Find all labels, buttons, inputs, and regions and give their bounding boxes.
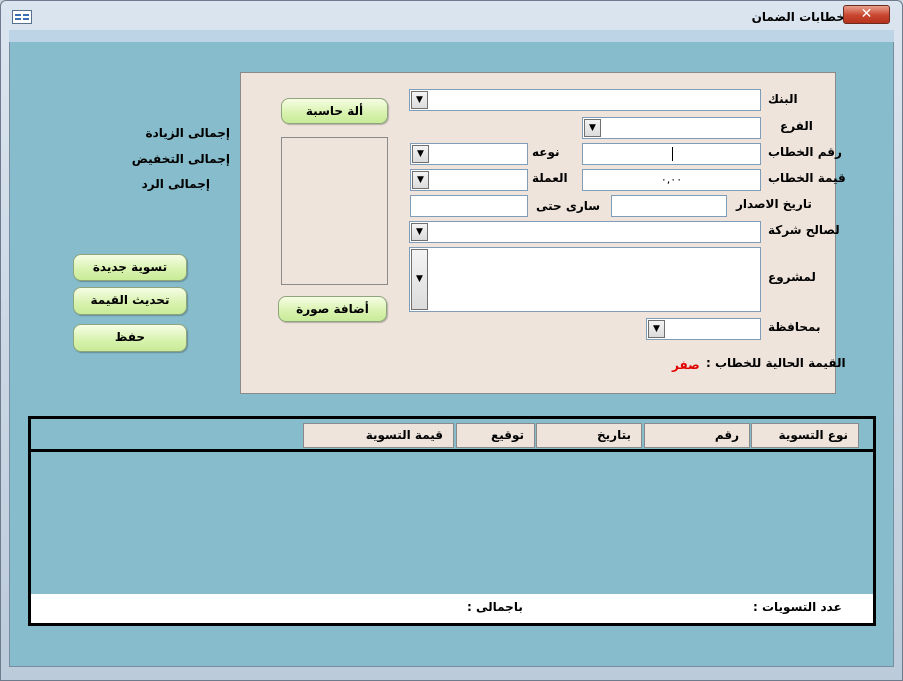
grid-rows-area[interactable] (31, 455, 873, 594)
letter-number-input[interactable] (582, 143, 761, 165)
bank-label: البنك (768, 92, 798, 106)
valid-until-label: سارى حتى (536, 199, 601, 213)
image-box (281, 137, 388, 285)
column-header-number[interactable]: رقم (644, 423, 750, 448)
branch-dropdown-icon[interactable]: ▼ (584, 119, 601, 137)
beneficiary-label: لصالح شركة (768, 223, 840, 237)
column-header-date[interactable]: بتاريخ (536, 423, 642, 448)
letter-value-label: قيمة الخطاب (768, 171, 846, 185)
project-select[interactable] (409, 247, 761, 312)
branch-label: الفرع (780, 119, 813, 133)
grid-total-label: باجمالى : (467, 600, 523, 614)
new-settlement-button[interactable]: تسوية جديدة (73, 254, 187, 281)
column-header-signature[interactable]: توقيع (456, 423, 535, 448)
grid-header-row: نوع التسوية رقم بتاريخ توقيع قيمة التسوي… (31, 419, 873, 452)
current-value-label: القيمة الحالية للخطاب : (706, 356, 846, 370)
branch-select[interactable] (582, 117, 761, 139)
project-label: لمشروع (768, 270, 816, 284)
total-increase-label: إجمالى الزيادة (145, 126, 230, 140)
issue-date-label: تاريخ الاصدار (736, 197, 812, 211)
form-icon (12, 10, 32, 24)
close-button[interactable]: ✕ (843, 5, 890, 24)
currency-label: العملة (532, 171, 568, 185)
letter-value-input[interactable]: ٠,٠٠ (582, 169, 761, 191)
calculator-button[interactable]: ألة حاسبة (281, 98, 388, 124)
governorate-label: بمحافظة (768, 320, 821, 334)
total-decrease-label: إجمالى التخفيض (131, 152, 230, 166)
column-header-settlement-type[interactable]: نوع التسوية (751, 423, 859, 448)
column-header-settlement-value[interactable]: قيمة التسوية (303, 423, 454, 448)
valid-until-input[interactable] (410, 195, 528, 217)
update-value-button[interactable]: تحديث القيمة (73, 287, 187, 315)
bank-select[interactable] (409, 89, 761, 111)
grid-footer: عدد التسويات : باجمالى : (31, 594, 873, 623)
beneficiary-select[interactable] (409, 221, 761, 243)
settlements-grid: نوع التسوية رقم بتاريخ توقيع قيمة التسوي… (28, 416, 876, 626)
bank-dropdown-icon[interactable]: ▼ (411, 91, 428, 109)
issue-date-input[interactable] (611, 195, 727, 217)
current-value: صفر (672, 358, 700, 372)
governorate-dropdown-icon[interactable]: ▼ (648, 320, 665, 338)
type-label: نوعه (532, 145, 560, 159)
save-button[interactable]: حفظ (73, 324, 187, 352)
total-refund-label: إجمالى الرد (141, 177, 210, 191)
add-image-button[interactable]: أضافة صورة (278, 296, 387, 322)
type-dropdown-icon[interactable]: ▼ (412, 145, 429, 163)
window-title: خطابات الضمان (751, 10, 845, 24)
currency-dropdown-icon[interactable]: ▼ (412, 171, 429, 189)
text-cursor (672, 147, 673, 161)
letter-number-label: رقم الخطاب (768, 145, 842, 159)
form-header-strip (9, 30, 894, 42)
title-bar[interactable]: خطابات الضمان ✕ (0, 0, 903, 30)
settlement-count-label: عدد التسويات : (753, 600, 842, 614)
beneficiary-dropdown-icon[interactable]: ▼ (411, 223, 428, 241)
project-dropdown-icon[interactable]: ▼ (411, 249, 428, 310)
